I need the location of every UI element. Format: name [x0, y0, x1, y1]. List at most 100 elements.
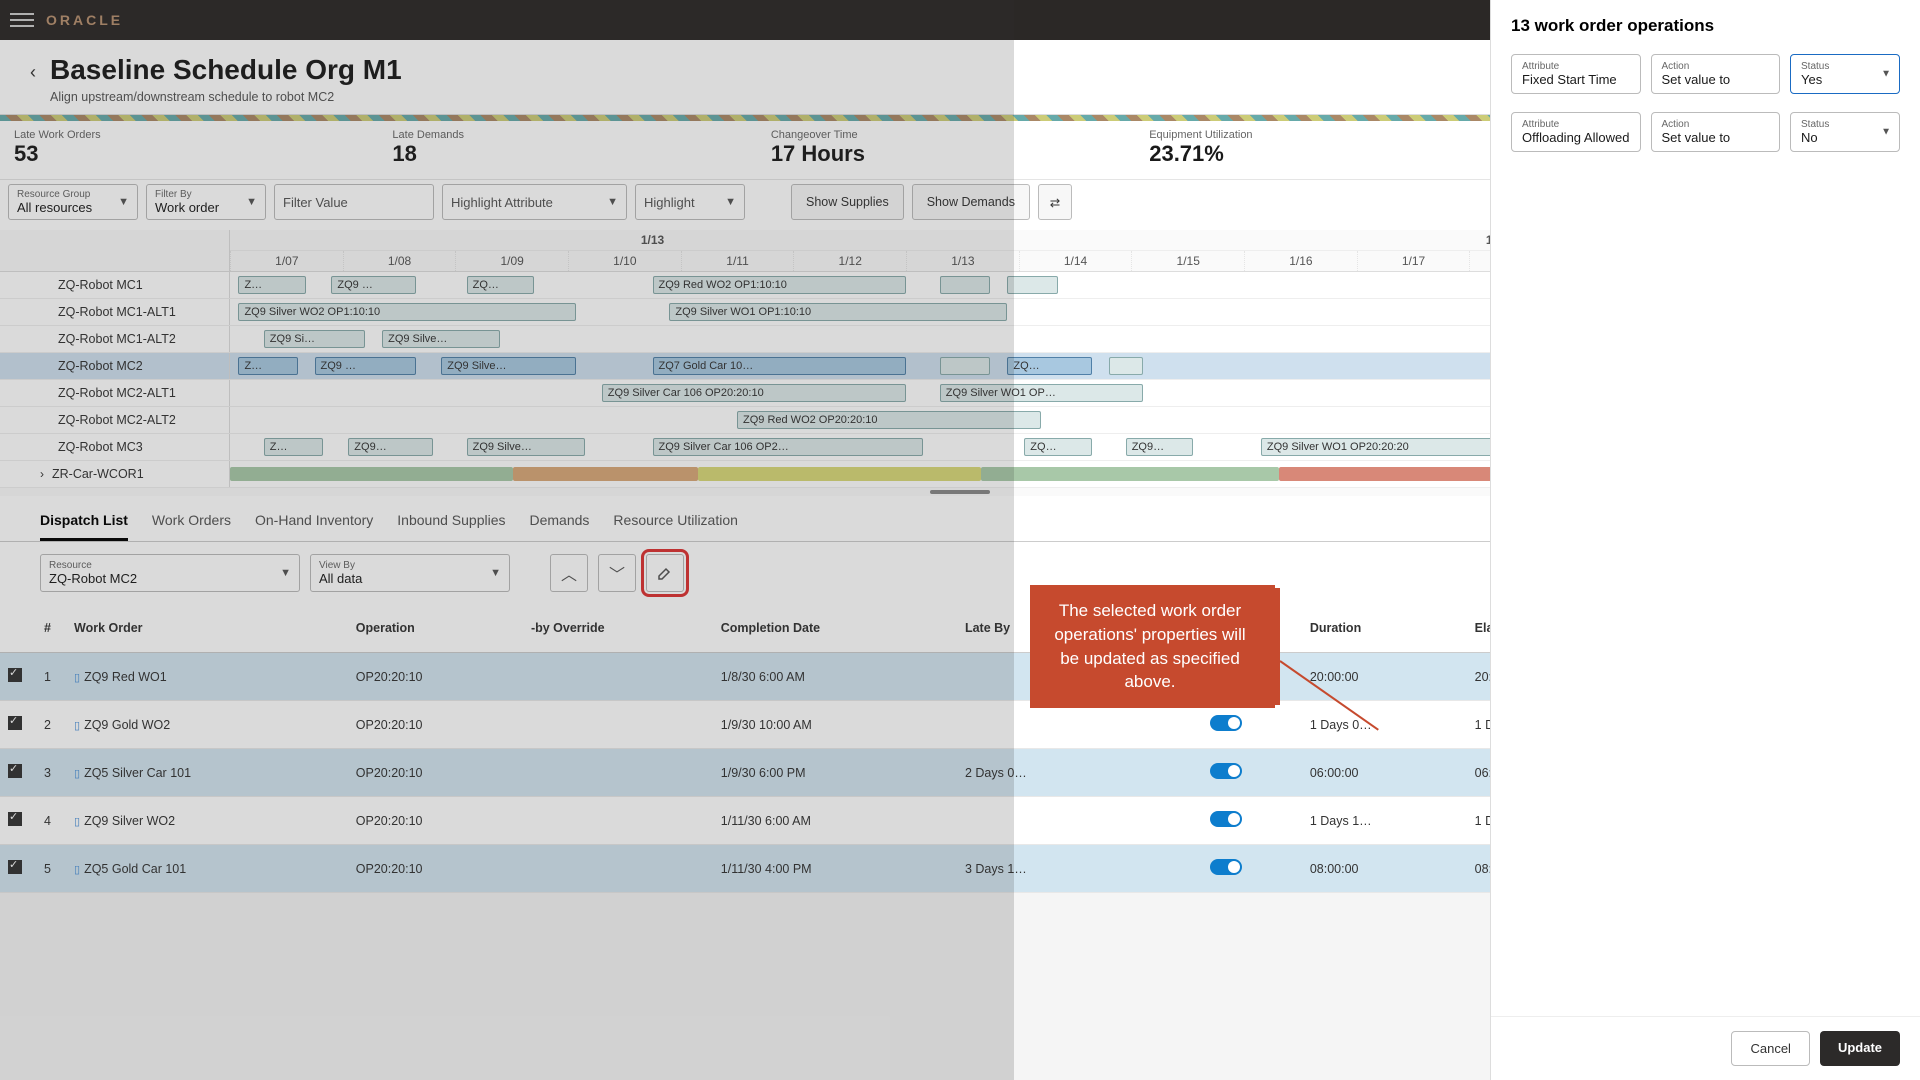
- label: Resource: [49, 560, 291, 571]
- col-header[interactable]: [0, 604, 36, 653]
- highlight-select[interactable]: Highlight ▼: [635, 184, 745, 220]
- gantt-bar[interactable]: ZQ…: [1007, 357, 1092, 375]
- gantt-bar[interactable]: ZQ9 …: [331, 276, 416, 294]
- toggle-switch[interactable]: [1210, 715, 1242, 731]
- show-supplies-button[interactable]: Show Supplies: [791, 184, 904, 220]
- resource-name: ZQ-Robot MC2-ALT2: [0, 407, 230, 433]
- row-number: 3: [36, 749, 66, 797]
- gantt-bar[interactable]: ZQ9 Silve…: [382, 330, 500, 348]
- highlight-attribute-select[interactable]: Highlight Attribute ▼: [442, 184, 627, 220]
- work-order-cell[interactable]: ▯ZQ5 Silver Car 101: [66, 749, 348, 797]
- completion-date-cell: 1/11/30 6:00 AM: [713, 797, 957, 845]
- gantt-bar[interactable]: ZQ9 Red WO2 OP20:20:10: [737, 411, 1041, 429]
- gantt-bar[interactable]: ZQ9 Silver WO2 OP1:10:10: [238, 303, 576, 321]
- tab-work-orders[interactable]: Work Orders: [152, 512, 231, 541]
- col-header[interactable]: -by Override: [523, 604, 713, 653]
- work-order-cell[interactable]: ▯ZQ9 Red WO1: [66, 653, 348, 701]
- toggle-switch[interactable]: [1210, 763, 1242, 779]
- chevron-right-icon[interactable]: ›: [40, 467, 44, 481]
- duration-cell: 08:00:00: [1302, 845, 1467, 893]
- col-header[interactable]: #: [36, 604, 66, 653]
- week-label: 1/13: [230, 230, 1075, 250]
- operation-cell: OP20:20:10: [348, 653, 523, 701]
- row-number: 5: [36, 845, 66, 893]
- gantt-bar[interactable]: ZQ9 Silve…: [467, 438, 585, 456]
- col-header[interactable]: Work Order: [66, 604, 348, 653]
- tab-demands[interactable]: Demands: [530, 512, 590, 541]
- metric-label: Late Work Orders: [14, 129, 392, 141]
- update-button[interactable]: Update: [1820, 1031, 1900, 1066]
- view-by-select[interactable]: View By All data ▼: [310, 554, 510, 592]
- move-down-button[interactable]: ﹀: [598, 554, 636, 592]
- day-label: 1/08: [343, 251, 456, 271]
- tab-resource-utilization[interactable]: Resource Utilization: [613, 512, 738, 541]
- gantt-bar[interactable]: ZQ9…: [348, 438, 433, 456]
- show-demands-button[interactable]: Show Demands: [912, 184, 1030, 220]
- gantt-bar[interactable]: ZQ9 …: [315, 357, 416, 375]
- status-field[interactable]: StatusYes▼: [1790, 54, 1900, 94]
- gantt-bar[interactable]: ZQ9…: [1126, 438, 1194, 456]
- gantt-bar[interactable]: [1109, 357, 1143, 375]
- filter-value-input[interactable]: Filter Value: [274, 184, 434, 220]
- status-field[interactable]: StatusNo▼: [1790, 112, 1900, 152]
- offloading-cell: [1202, 797, 1302, 845]
- filter-by-select[interactable]: Filter By Work order ▼: [146, 184, 266, 220]
- gantt-bar[interactable]: [940, 276, 991, 294]
- resource-group-select[interactable]: Resource Group All resources ▼: [8, 184, 138, 220]
- resource-select[interactable]: Resource ZQ-Robot MC2 ▼: [40, 554, 300, 592]
- gantt-bar[interactable]: Z…: [264, 438, 323, 456]
- resource-name: ZQ-Robot MC1-ALT2: [0, 326, 230, 352]
- attribute-field[interactable]: AttributeFixed Start Time: [1511, 54, 1641, 94]
- override-cell: [523, 749, 713, 797]
- work-order-cell[interactable]: ▯ZQ9 Silver WO2: [66, 797, 348, 845]
- menu-icon[interactable]: [10, 8, 34, 32]
- gantt-bar[interactable]: ZQ9 Silver WO1 OP1:10:10: [669, 303, 1007, 321]
- gantt-bar[interactable]: ZQ7 Gold Car 10…: [653, 357, 907, 375]
- checkbox[interactable]: [8, 812, 22, 826]
- swap-icon-button[interactable]: ⇄: [1038, 184, 1072, 220]
- gantt-bar[interactable]: ZQ9 Silve…: [441, 357, 576, 375]
- col-header[interactable]: Duration: [1302, 604, 1467, 653]
- gantt-bar[interactable]: Z…: [238, 276, 306, 294]
- tab-dispatch-list[interactable]: Dispatch List: [40, 512, 128, 541]
- gantt-bar[interactable]: ZQ9 Red WO2 OP1:10:10: [653, 276, 907, 294]
- gantt-bar[interactable]: ZQ…: [1024, 438, 1092, 456]
- gantt-bar[interactable]: [940, 357, 991, 375]
- move-up-button[interactable]: ︿: [550, 554, 588, 592]
- checkbox[interactable]: [8, 764, 22, 778]
- col-header[interactable]: Operation: [348, 604, 523, 653]
- row-number: 4: [36, 797, 66, 845]
- tab-on-hand-inventory[interactable]: On-Hand Inventory: [255, 512, 373, 541]
- completion-date-cell: 1/8/30 6:00 AM: [713, 653, 957, 701]
- gantt-bar[interactable]: [1007, 276, 1058, 294]
- document-icon: ▯: [74, 672, 80, 684]
- action-field[interactable]: ActionSet value to: [1651, 54, 1781, 94]
- gantt-bar[interactable]: ZQ9 Silver Car 106 OP20:20:10: [602, 384, 906, 402]
- gantt-bar[interactable]: Z…: [238, 357, 297, 375]
- checkbox[interactable]: [8, 668, 22, 682]
- gantt-bar[interactable]: ZQ9 Silver Car 106 OP2…: [653, 438, 923, 456]
- checkbox[interactable]: [8, 860, 22, 874]
- scroll-thumb[interactable]: [930, 490, 990, 494]
- toggle-switch[interactable]: [1210, 811, 1242, 827]
- day-label: 1/17: [1357, 251, 1470, 271]
- gantt-bar[interactable]: ZQ9 Si…: [264, 330, 365, 348]
- checkbox[interactable]: [8, 716, 22, 730]
- work-order-cell[interactable]: ▯ZQ9 Gold WO2: [66, 701, 348, 749]
- back-button[interactable]: ‹: [30, 62, 36, 83]
- day-label: 1/16: [1244, 251, 1357, 271]
- gantt-bar[interactable]: ZQ9 Silver WO1 OP…: [940, 384, 1143, 402]
- work-order-cell[interactable]: ▯ZQ5 Gold Car 101: [66, 845, 348, 893]
- edit-button[interactable]: [646, 554, 684, 592]
- tab-inbound-supplies[interactable]: Inbound Supplies: [397, 512, 505, 541]
- toggle-switch[interactable]: [1210, 859, 1242, 875]
- metric-value: 23.71%: [1149, 141, 1527, 167]
- value: All data: [319, 571, 501, 586]
- gantt-bar[interactable]: ZQ…: [467, 276, 535, 294]
- attribute-field[interactable]: AttributeOffloading Allowed: [1511, 112, 1641, 152]
- chevron-down-icon: ▼: [1881, 127, 1891, 138]
- cancel-button[interactable]: Cancel: [1731, 1031, 1809, 1066]
- completion-date-cell: 1/11/30 4:00 PM: [713, 845, 957, 893]
- action-field[interactable]: ActionSet value to: [1651, 112, 1781, 152]
- col-header[interactable]: Completion Date: [713, 604, 957, 653]
